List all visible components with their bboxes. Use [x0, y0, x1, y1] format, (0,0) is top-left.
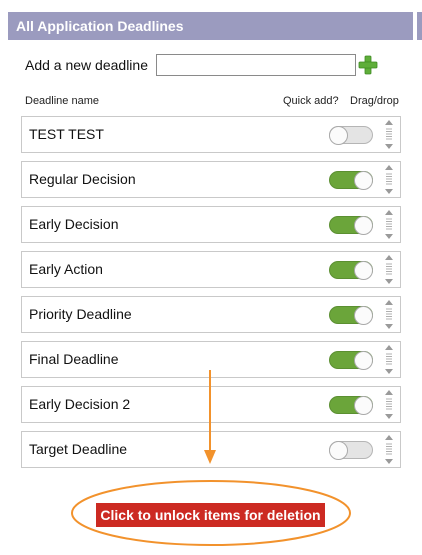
- drag-handle-icon[interactable]: [384, 435, 394, 464]
- quick-add-toggle[interactable]: [329, 396, 373, 415]
- drag-handle-icon[interactable]: [384, 120, 394, 149]
- drag-handle-icon[interactable]: [384, 390, 394, 419]
- column-header-name: Deadline name: [25, 95, 99, 107]
- deadline-label: Early Decision: [29, 216, 119, 232]
- quick-add-toggle[interactable]: [329, 216, 373, 235]
- deadline-label: Final Deadline: [29, 351, 119, 367]
- deadlines-panel: All Application Deadlines Add a new dead…: [0, 0, 422, 555]
- deadline-row[interactable]: Priority Deadline: [21, 296, 401, 333]
- toggle-knob: [354, 306, 373, 325]
- deadline-label: Priority Deadline: [29, 306, 132, 322]
- toggle-knob: [354, 261, 373, 280]
- unlock-items-button[interactable]: Click to unlock items for deletion: [96, 503, 325, 527]
- toggle-knob: [354, 171, 373, 190]
- drag-handle-icon[interactable]: [384, 345, 394, 374]
- drag-handle-icon[interactable]: [384, 210, 394, 239]
- deadline-row[interactable]: Early Action: [21, 251, 401, 288]
- add-deadline-row: Add a new deadline: [25, 52, 356, 78]
- drag-handle-icon[interactable]: [384, 165, 394, 194]
- deadline-label: TEST TEST: [29, 126, 104, 142]
- quick-add-toggle[interactable]: [329, 306, 373, 325]
- quick-add-toggle[interactable]: [329, 351, 373, 370]
- toggle-knob: [329, 441, 348, 460]
- column-header-quick-add: Quick add?: [283, 95, 339, 107]
- header-edge: [417, 12, 422, 40]
- panel-title: All Application Deadlines: [8, 12, 413, 40]
- toggle-knob: [329, 126, 348, 145]
- deadline-label: Target Deadline: [29, 441, 128, 457]
- drag-handle-icon[interactable]: [384, 300, 394, 329]
- deadline-label: Early Decision 2: [29, 396, 131, 412]
- quick-add-toggle[interactable]: [329, 126, 373, 145]
- add-deadline-plus-icon[interactable]: [358, 55, 378, 75]
- toggle-knob: [354, 351, 373, 370]
- deadline-row[interactable]: Target Deadline: [21, 431, 401, 468]
- deadline-label: Regular Decision: [29, 171, 136, 187]
- drag-handle-icon[interactable]: [384, 255, 394, 284]
- deadline-row[interactable]: Regular Decision: [21, 161, 401, 198]
- deadline-row[interactable]: Final Deadline: [21, 341, 401, 378]
- toggle-knob: [354, 396, 373, 415]
- new-deadline-input[interactable]: [156, 54, 356, 76]
- deadline-row[interactable]: Early Decision 2: [21, 386, 401, 423]
- toggle-knob: [354, 216, 373, 235]
- deadline-row[interactable]: TEST TEST: [21, 116, 401, 153]
- quick-add-toggle[interactable]: [329, 261, 373, 280]
- deadline-row[interactable]: Early Decision: [21, 206, 401, 243]
- quick-add-toggle[interactable]: [329, 171, 373, 190]
- add-deadline-label: Add a new deadline: [25, 57, 148, 73]
- quick-add-toggle[interactable]: [329, 441, 373, 460]
- deadline-label: Early Action: [29, 261, 103, 277]
- column-header-drag: Drag/drop: [350, 95, 399, 107]
